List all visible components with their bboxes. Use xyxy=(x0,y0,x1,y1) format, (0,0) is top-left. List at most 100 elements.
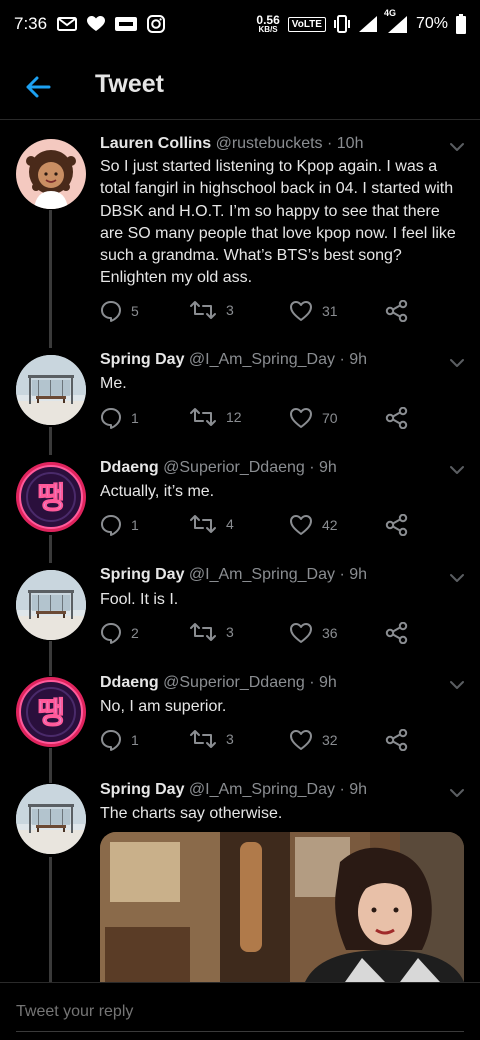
share-button[interactable] xyxy=(385,407,409,429)
like-button[interactable]: 31 xyxy=(289,300,338,322)
reply-button[interactable]: 1 xyxy=(100,729,139,751)
thread-line xyxy=(49,535,52,563)
heart-icon xyxy=(289,300,313,322)
author-name[interactable]: Lauren Collins xyxy=(100,135,211,152)
chevron-down-icon[interactable] xyxy=(449,142,465,152)
retweet-count: 4 xyxy=(226,516,234,532)
heart-icon xyxy=(289,622,313,644)
reply-count: 1 xyxy=(131,732,139,748)
reply-button[interactable]: 1 xyxy=(100,407,139,429)
mail-icon xyxy=(57,16,78,32)
retweet-icon xyxy=(189,622,217,642)
like-button[interactable]: 42 xyxy=(289,514,338,536)
like-count: 36 xyxy=(322,625,338,641)
reply-button[interactable]: 1 xyxy=(100,514,139,536)
author-handle[interactable]: @I_Am_Spring_Day xyxy=(189,781,335,798)
avatar[interactable] xyxy=(16,139,86,209)
author-handle[interactable]: @rustebuckets xyxy=(216,135,323,152)
like-button[interactable]: 36 xyxy=(289,622,338,644)
share-button[interactable] xyxy=(385,514,409,536)
speed-unit: KB/S xyxy=(258,25,278,34)
retweet-button[interactable]: 12 xyxy=(189,407,242,427)
avatar[interactable]: 땡 xyxy=(16,677,86,747)
avatar-glyph: 땡 xyxy=(37,696,65,731)
thread-line xyxy=(49,641,52,676)
tweet-header: Spring Day @I_Am_Spring_Day · 9h xyxy=(100,566,367,584)
tweet-header: Spring Day @I_Am_Spring_Day · 9h xyxy=(100,781,367,799)
share-button[interactable] xyxy=(385,300,409,322)
status-left: 7:36 xyxy=(14,14,166,34)
arrow-left-icon[interactable] xyxy=(24,73,52,101)
page-title: Tweet xyxy=(95,70,164,98)
author-handle[interactable]: @I_Am_Spring_Day xyxy=(189,351,335,368)
share-button[interactable] xyxy=(385,729,409,751)
retweet-icon xyxy=(189,407,217,427)
battery-icon xyxy=(456,14,466,34)
volte-badge: VoLTE xyxy=(287,16,326,32)
network-type: 4G xyxy=(383,8,396,18)
avatar[interactable]: 땡 xyxy=(16,462,86,532)
chevron-down-icon[interactable] xyxy=(449,680,465,690)
retweet-button[interactable]: 4 xyxy=(189,514,234,534)
status-bar: 7:36 0.56 KB/S VoLTE 4G 70% xyxy=(0,0,480,48)
tweet-header: Ddaeng @Superior_Ddaeng · 9h xyxy=(100,459,337,477)
like-count: 32 xyxy=(322,732,338,748)
reply-icon xyxy=(100,622,122,644)
retweet-icon xyxy=(189,729,217,749)
header-bar: Tweet xyxy=(0,56,480,120)
reply-icon xyxy=(100,300,122,322)
reply-count: 1 xyxy=(131,410,139,426)
author-name[interactable]: Ddaeng xyxy=(100,459,159,476)
reply-icon xyxy=(100,514,122,536)
like-button[interactable]: 32 xyxy=(289,729,338,751)
tweet-text: Me. xyxy=(100,375,127,392)
tweet-time: 9h xyxy=(319,674,337,691)
chevron-down-icon[interactable] xyxy=(449,465,465,475)
author-handle[interactable]: @Superior_Ddaeng xyxy=(163,459,305,476)
reply-button[interactable]: 5 xyxy=(100,300,139,322)
author-name[interactable]: Spring Day xyxy=(100,781,184,798)
signal-4g-icon: 4G xyxy=(384,8,408,34)
app-notification-icon xyxy=(115,16,138,32)
avatar[interactable] xyxy=(16,355,86,425)
separator-dot: · xyxy=(309,459,315,476)
retweet-button[interactable]: 3 xyxy=(189,622,234,642)
share-button[interactable] xyxy=(385,622,409,644)
separator-dot: · xyxy=(339,351,345,368)
author-handle[interactable]: @Superior_Ddaeng xyxy=(163,674,305,691)
like-count: 31 xyxy=(322,303,338,319)
share-icon xyxy=(385,300,409,322)
battery-percent: 70% xyxy=(415,15,448,32)
author-handle[interactable]: @I_Am_Spring_Day xyxy=(189,566,335,583)
thread-line xyxy=(49,210,52,348)
chevron-down-icon[interactable] xyxy=(449,573,465,583)
avatar[interactable] xyxy=(16,784,86,854)
chevron-down-icon[interactable] xyxy=(449,788,465,798)
reply-input[interactable] xyxy=(16,1003,456,1021)
instagram-icon xyxy=(147,15,166,33)
tweet-media-image[interactable] xyxy=(100,832,464,982)
heart-icon xyxy=(289,407,313,429)
separator-dot: · xyxy=(339,566,345,583)
tweet-text: Fool. It is I. xyxy=(100,591,179,608)
tweet-header: Spring Day @I_Am_Spring_Day · 9h xyxy=(100,351,367,369)
avatar[interactable] xyxy=(16,570,86,640)
tweet-text: Actually, it’s me. xyxy=(100,483,215,500)
separator-dot: · xyxy=(309,674,315,691)
like-button[interactable]: 70 xyxy=(289,407,338,429)
reply-count: 5 xyxy=(131,303,139,319)
tweet-header: Lauren Collins @rustebuckets · 10h xyxy=(100,135,363,153)
tweet-header: Ddaeng @Superior_Ddaeng · 9h xyxy=(100,674,337,692)
separator-dot: · xyxy=(326,135,333,152)
like-count: 42 xyxy=(322,517,338,533)
retweet-button[interactable]: 3 xyxy=(189,729,234,749)
author-name[interactable]: Spring Day xyxy=(100,566,184,583)
thread-line xyxy=(49,748,52,783)
chevron-down-icon[interactable] xyxy=(449,358,465,368)
reply-button[interactable]: 2 xyxy=(100,622,139,644)
author-name[interactable]: Ddaeng xyxy=(100,674,159,691)
retweet-button[interactable]: 3 xyxy=(189,300,234,320)
author-name[interactable]: Spring Day xyxy=(100,351,184,368)
reply-count: 1 xyxy=(131,517,139,533)
share-icon xyxy=(385,407,409,429)
